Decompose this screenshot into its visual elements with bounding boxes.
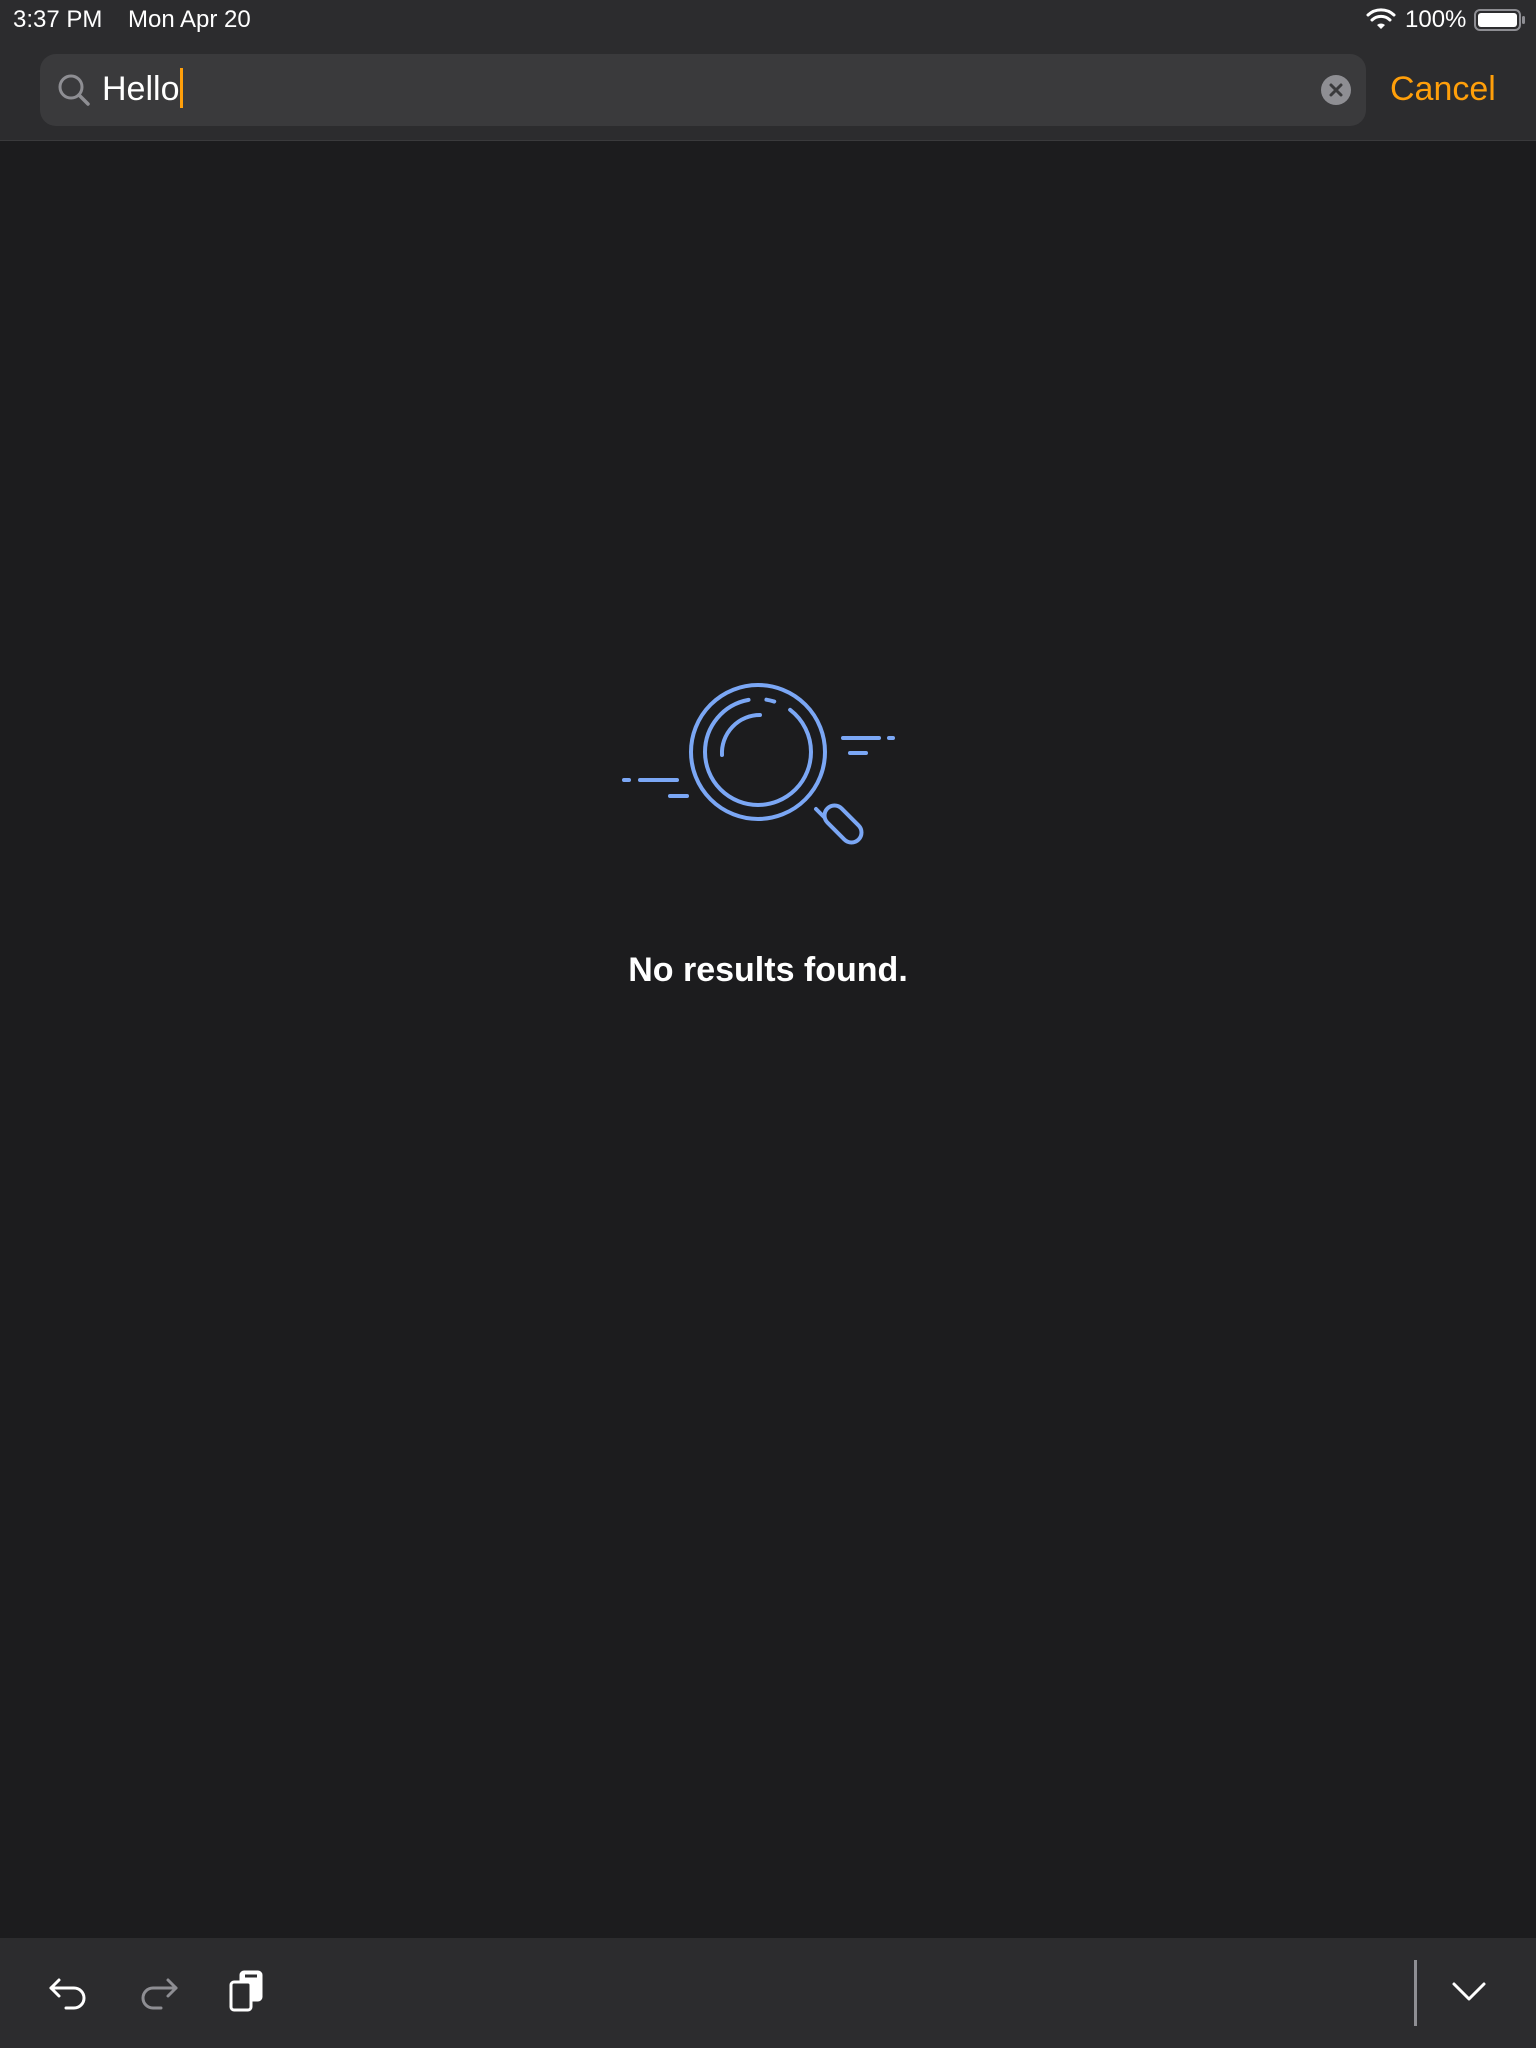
toolbar-divider <box>1414 1960 1417 2026</box>
text-cursor <box>180 68 184 108</box>
search-icon <box>58 74 90 106</box>
redo-icon[interactable] <box>133 1966 183 2016</box>
keyboard-shortcut-bar <box>0 1938 1536 2048</box>
search-field[interactable]: Hello <box>40 54 1366 126</box>
status-date: Mon Apr 20 <box>128 6 251 33</box>
undo-icon[interactable] <box>44 1966 94 2016</box>
paste-icon[interactable] <box>223 1966 273 2016</box>
search-header: Hello Cancel <box>0 40 1536 141</box>
status-time: 3:37 PM <box>13 6 103 33</box>
status-bar: 3:37 PM Mon Apr 20 100% <box>0 0 1536 40</box>
cancel-button[interactable]: Cancel <box>1390 68 1496 110</box>
clear-icon[interactable] <box>1320 74 1352 106</box>
battery-icon <box>1474 9 1525 31</box>
battery-percentage: 100% <box>1405 6 1467 33</box>
empty-state-message: No results found. <box>628 951 908 989</box>
magnifier-illustration <box>622 683 895 845</box>
chevron-down-icon[interactable] <box>1444 1966 1494 2016</box>
search-query-text: Hello <box>102 70 180 108</box>
search-input[interactable]: Hello <box>102 68 184 110</box>
wifi-icon <box>1366 8 1396 29</box>
